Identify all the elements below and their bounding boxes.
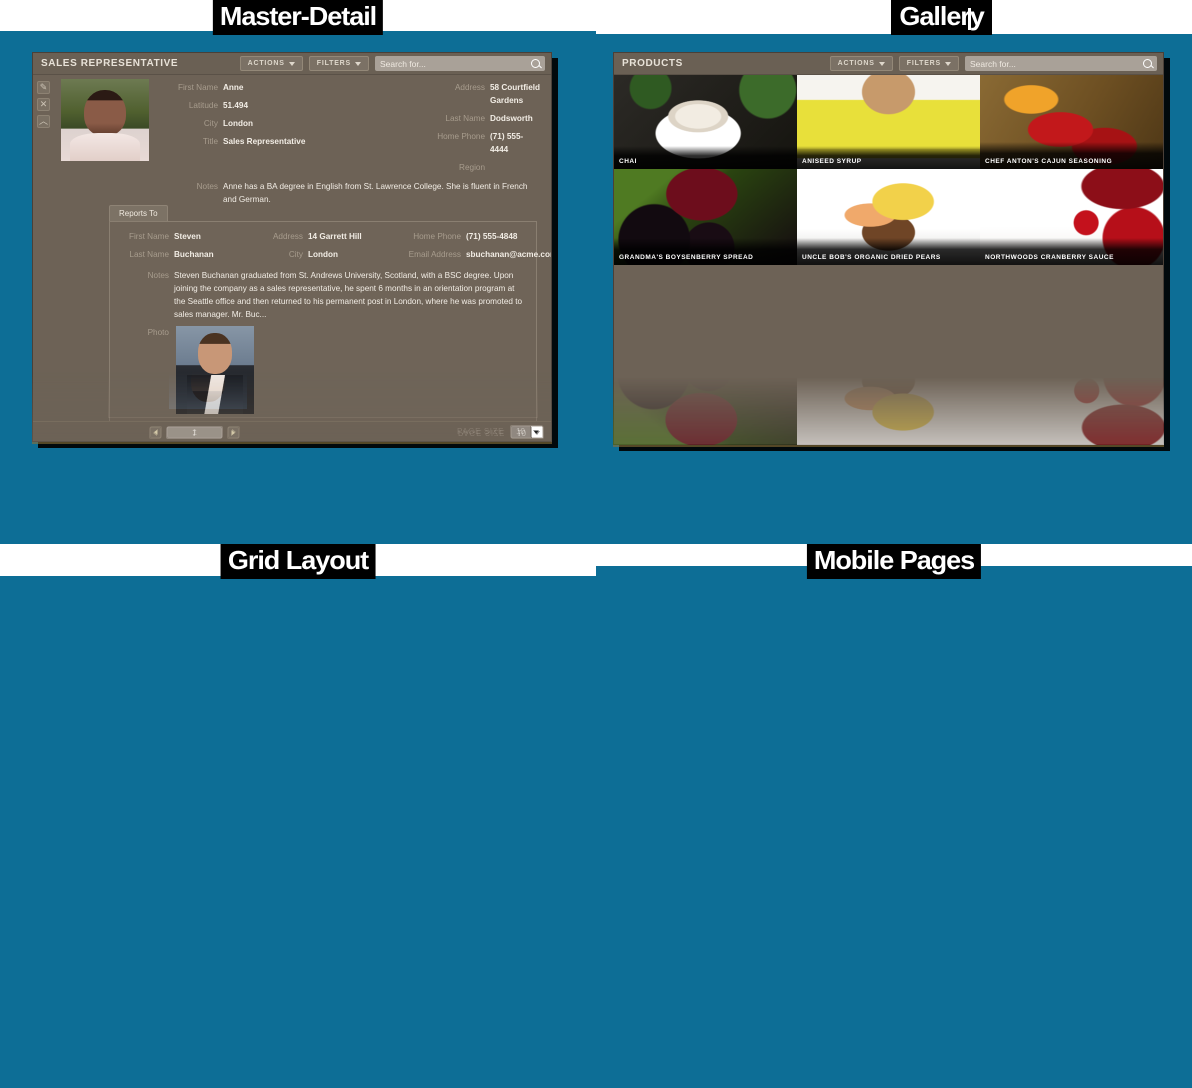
section-title-mobile-pages: Mobile Pages: [806, 544, 982, 579]
prev-page-button[interactable]: [149, 425, 162, 438]
tile-caption: NORTHWOODS CRANBERRY SAUCE: [980, 238, 1163, 265]
field-value: Steven: [174, 232, 201, 241]
search-icon[interactable]: [531, 59, 540, 68]
section-gallery: Gallery PRODUCTS ACTIONS FILTERS Search …: [596, 0, 1192, 544]
section-background: [0, 576, 596, 1088]
tile-caption: GRANDMA'S BOYSENBERRY SPREAD: [614, 238, 797, 265]
field-value: 58 Courtfield Gardens: [490, 83, 541, 105]
section-mobile-pages: Mobile Pages iPad 9:41 AM 100% MENU Cate…: [596, 544, 1192, 1088]
field-label: Region: [459, 163, 485, 172]
field-label: Last Name: [129, 250, 169, 259]
title-tick-mark: [968, 8, 971, 30]
filters-button[interactable]: FILTERS: [898, 56, 959, 71]
chevron-down-icon: [355, 61, 361, 66]
field-value: Dodsworth: [490, 114, 533, 123]
field-label: Latitude: [188, 101, 218, 110]
field-label: Home Phone: [437, 132, 485, 141]
section-background: [596, 566, 1192, 1088]
field-label: Title: [202, 137, 218, 146]
field-label: Address: [454, 83, 485, 92]
section-master-detail: Master-Detail SALES REPRESENTATIVE ACTIO…: [0, 0, 596, 544]
triangle-right-icon: [231, 428, 236, 435]
chevron-down-icon[interactable]: [529, 426, 542, 437]
record-action-rail: ✎ ✕ ︿: [37, 81, 51, 132]
window-toolbar: SALES REPRESENTATIVE ACTIONS FILTERS Sea…: [33, 53, 551, 75]
detail-section: Reports To First Name Steven Last Name Buc…: [109, 203, 551, 428]
field-value: sbuchanan@acme.com: [466, 250, 552, 259]
field-value: London: [223, 119, 254, 128]
delete-record-button[interactable]: ✕: [37, 98, 50, 111]
section-title-master-detail: Master-Detail: [212, 0, 384, 35]
field-value: London: [308, 250, 339, 259]
edit-record-button[interactable]: ✎: [37, 81, 50, 94]
window-title: PRODUCTS: [622, 58, 683, 69]
field-value: (71) 555-4444: [490, 132, 524, 154]
avatar-steven: [176, 326, 254, 414]
page-size-label: PAGE SIZE: [457, 427, 505, 436]
chevron-down-icon: [288, 61, 295, 66]
field-value: Buchanan: [174, 250, 214, 259]
collapse-record-button[interactable]: ︿: [37, 115, 50, 128]
record-right-column: Address 58 Courtfield Gardens Last Name Do…: [412, 81, 541, 179]
search-input[interactable]: Search for...: [375, 56, 545, 71]
chevron-down-icon: [878, 61, 885, 66]
field-label: City: [288, 250, 303, 259]
tile-caption: UNCLE BOB'S ORGANIC DRIED PEARS: [797, 238, 980, 265]
section-title-grid-layout: Grid Layout: [220, 544, 376, 579]
field-value: 51.494: [223, 101, 249, 110]
gallery-window: PRODUCTS ACTIONS FILTERS Search for... C…: [613, 52, 1164, 445]
gallery-tile[interactable]: NORTHWOODS CRANBERRY SAUCE: [980, 169, 1163, 265]
actions-button[interactable]: ACTIONS: [239, 56, 303, 71]
gallery-tile[interactable]: UNCLE BOB'S ORGANIC DRIED PEARS: [797, 169, 980, 265]
search-input[interactable]: Search for...: [965, 56, 1157, 71]
tile-caption: ANISEED SYRUP: [797, 146, 980, 169]
search-placeholder: Search for...: [380, 58, 426, 69]
gallery-tile[interactable]: CHAI: [614, 75, 797, 169]
master-detail-window: SALES REPRESENTATIVE ACTIONS FILTERS Sea…: [32, 52, 552, 442]
gallery-grid: CHAI ANISEED SYRUP CHEF ANTON'S CAJUN SE…: [614, 75, 1163, 265]
window-title: SALES REPRESENTATIVE: [41, 58, 179, 69]
section-title-gallery: Gallery: [890, 0, 992, 35]
field-value: Sales Representative: [223, 137, 306, 146]
window-toolbar: PRODUCTS ACTIONS FILTERS Search for...: [614, 53, 1163, 75]
section-grid-layout: Grid Layout ORDERS ACTIONS FILTERS Searc…: [0, 544, 596, 1088]
field-label: Last Name: [445, 114, 485, 123]
photo-label: Photo: [147, 328, 169, 337]
chevron-down-icon: [945, 61, 951, 66]
showcase-grid: Master-Detail SALES REPRESENTATIVE ACTIO…: [0, 0, 1192, 1088]
field-value: Anne: [223, 83, 244, 92]
page-size-select[interactable]: 10: [510, 425, 543, 438]
tile-caption: CHEF ANTON'S CAJUN SEASONING: [980, 142, 1163, 169]
next-page-button[interactable]: [227, 425, 240, 438]
tile-caption: CHAI: [614, 146, 797, 169]
triangle-left-icon: [153, 428, 158, 435]
tab-reports-to[interactable]: Reports To: [109, 205, 168, 221]
field-label: City: [203, 119, 218, 128]
field-value: 14 Garrett Hill: [308, 232, 362, 241]
filters-button[interactable]: FILTERS: [308, 56, 369, 71]
search-icon[interactable]: [1143, 59, 1152, 68]
detail-panel: First Name Steven Last Name Buchanan Addre…: [109, 221, 551, 428]
page-size-value: 10: [516, 427, 525, 436]
search-placeholder: Search for...: [970, 58, 1016, 69]
field-value: (71) 555-4848: [466, 232, 518, 241]
pagination-bar: 1 PAGE SIZE 10: [33, 421, 551, 441]
gallery-tile[interactable]: ANISEED SYRUP: [797, 75, 980, 169]
page-number-input[interactable]: 1: [166, 425, 223, 438]
field-label: Email Address: [408, 250, 461, 259]
notes-value: Steven Buchanan graduated from St. Andre…: [174, 271, 523, 319]
gallery-tile[interactable]: CHEF ANTON'S CAJUN SEASONING: [980, 75, 1163, 169]
record-form: First Name Anne Latitude 51.494 City London…: [157, 81, 541, 211]
field-label: Address: [272, 232, 303, 241]
gallery-tile[interactable]: GRANDMA'S BOYSENBERRY SPREAD: [614, 169, 797, 265]
field-label: Home Phone: [413, 232, 461, 241]
notes-label: Notes: [147, 271, 169, 280]
field-label: First Name: [177, 83, 218, 92]
field-label: First Name: [128, 232, 169, 241]
actions-button[interactable]: ACTIONS: [829, 56, 893, 71]
avatar-anne: [61, 79, 149, 161]
record-left-column: First Name Anne Latitude 51.494 City London…: [157, 81, 412, 179]
